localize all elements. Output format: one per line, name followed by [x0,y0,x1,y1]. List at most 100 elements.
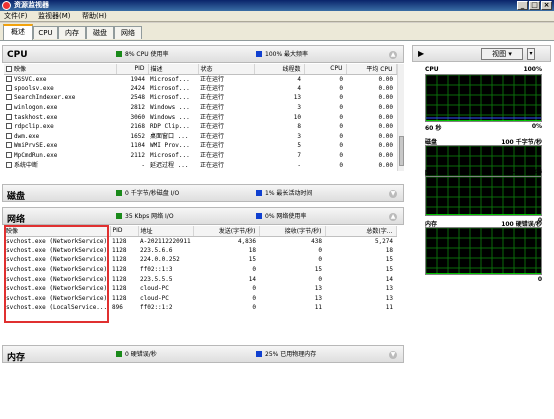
column-header[interactable]: CPU [304,64,347,75]
table-cell: 0.00 [378,94,393,102]
column-header-label: 地址 [140,228,153,236]
usage-graph [425,74,542,122]
expand-chevron-icon[interactable]: ▼ [389,190,397,198]
column-header[interactable]: 状态 [198,64,255,75]
table-row[interactable]: svchost.exe (NetworkService) 1128 A-202112… [4,236,396,246]
row-checkbox[interactable] [6,161,12,168]
column-header[interactable]: 总数(字... [325,226,397,237]
collapse-chevron-icon[interactable]: ▲ [389,213,397,221]
column-header[interactable]: 平均 CPU [346,64,397,75]
table-row[interactable]: svchost.exe (NetworkService) 1128 223.5.6.… [4,246,396,256]
table-cell: 11 [314,304,322,312]
tab-memory[interactable]: 内存 [58,26,86,39]
row-checkbox[interactable] [6,142,12,149]
table-row[interactable]: svchost.exe (NetworkService) 1128 cloud-PC… [4,284,396,294]
table-cell: 1128 [112,266,127,274]
table-cell: 2424 [130,84,145,92]
row-checkbox[interactable] [6,132,12,139]
panel-toggle-icon[interactable]: ▶ [418,49,424,58]
table-row[interactable]: SearchIndexer.exe 2548 Microsof... 正在运行 13 0 0… [4,93,396,103]
table-cell: 14 [385,275,393,283]
column-header[interactable]: 地址 [138,226,194,237]
row-checkbox[interactable] [6,104,12,111]
disk-section-header[interactable]: 磁盘 0 千字节/秒磁盘 I/O 1% 最长活动时间 ▼ [2,184,404,202]
column-header[interactable]: 映像 [4,64,117,75]
tab-overview[interactable]: 概述 [3,24,33,40]
table-cell: 0 [252,294,256,302]
table-row[interactable]: MpCmdRun.exe 2112 Microsof... 正在运行 7 0 0.00 [4,151,396,161]
column-header[interactable]: 线程数 [254,64,305,75]
table-cell: 13 [314,294,322,302]
table-row[interactable]: winlogon.exe 2812 Windows ... 正在运行 3 0 0.00 [4,103,396,113]
select-all-checkbox[interactable] [6,66,12,73]
table-cell: 正在运行 [200,104,225,112]
row-checkbox[interactable] [6,94,12,101]
view-options-chevron-icon[interactable]: ▾ [527,48,535,60]
table-cell: 3 [297,132,301,140]
table-cell: 0 [339,142,343,150]
table-row[interactable]: 系统中断 - 延迟过程 ... 正在运行 -0 0.00 [4,160,396,170]
table-cell: 正在运行 [200,123,225,131]
table-cell: 正在运行 [200,94,225,102]
table-row[interactable]: rdpclip.exe 2168 RDP Clip... 正在运行 8 0 0.00 [4,122,396,132]
table-row[interactable]: svchost.exe (NetworkService) 1128 cloud-PC… [4,294,396,304]
column-header[interactable]: 描述 [148,64,199,75]
menu-help[interactable]: 帮助(H) [82,12,107,21]
column-header[interactable]: PID [110,226,139,237]
table-cell: 15 [248,256,256,264]
column-header[interactable]: PID [116,64,149,75]
network-section-header[interactable]: 网络 35 Kbps 网络 I/O 0% 网络使用率 ▲ [2,207,404,225]
table-cell: 系统中断 [4,160,116,170]
table-cell: 0 [318,256,322,264]
main-content: CPU 8% CPU 使用率 100% 最大频率 ▲ 映像 PID 描述 状态 线程数 C… [0,40,554,419]
maximize-button[interactable]: □ [529,1,540,10]
row-checkbox[interactable] [6,75,12,82]
table-row[interactable]: svchost.exe (LocalService... 896 ff02::1:2… [4,303,396,313]
row-checkbox[interactable] [6,123,12,130]
tab-network[interactable]: 网络 [114,26,142,39]
table-cell: 0 [339,75,343,83]
table-cell: 2168 [130,123,145,131]
view-button[interactable]: 视图 ▾ [481,48,523,60]
column-header[interactable]: 接收(字节/秒) [259,226,326,237]
table-row[interactable]: taskhost.exe 3060 Windows ... 正在运行 10 0 0.00 [4,112,396,122]
column-header-label: 接收(字节/秒) [284,228,322,236]
table-row[interactable]: svchost.exe (NetworkService) 1128 224.0.0.… [4,255,396,265]
table-cell: cloud-PC [140,285,169,293]
expand-chevron-icon[interactable]: ▼ [389,351,397,359]
row-checkbox[interactable] [6,84,12,91]
table-cell: 1128 [112,246,127,254]
menu-monitor[interactable]: 监视器(M) [38,12,71,21]
table-cell: 3 [297,104,301,112]
table-row[interactable]: VSSVC.exe 1944 Microsof... 正在运行 4 0 0.00 [4,74,396,84]
column-header[interactable]: 发送(字节/秒) [193,226,260,237]
tab-disk[interactable]: 磁盘 [86,26,114,39]
memory-section-header[interactable]: 内存 0 硬错误/秒 25% 已用物理内存 ▼ [2,345,404,363]
minimize-button[interactable]: _ [517,1,528,10]
table-cell: 正在运行 [200,142,225,150]
row-checkbox[interactable] [6,113,12,120]
menu-file[interactable]: 文件(F) [4,12,28,21]
table-cell: 0.00 [378,132,393,140]
table-cell: 0 [339,152,343,160]
graph-footer: 60 秒 0% [425,123,542,132]
table-row[interactable]: WmiPrvSE.exe 1104 WMI Prov... 正在运行 5 0 0.00 [4,141,396,151]
tab-cpu[interactable]: CPU [33,26,58,39]
table-cell: ff02::1:2 [140,304,173,312]
table-cell: cloud-PC [140,294,169,302]
table-cell: 896 [112,304,123,312]
table-cell: 0 [252,304,256,312]
collapse-chevron-icon[interactable]: ▲ [389,51,397,59]
network-section-title: 网络 [7,215,26,225]
table-row[interactable]: spoolsv.exe 2424 Microsof... 正在运行 4 0 0.00 [4,84,396,94]
close-button[interactable]: × [541,1,552,10]
column-header[interactable]: 映像 [4,226,111,237]
cpu-scrollbar[interactable] [397,64,404,171]
cpu-scroll-thumb[interactable] [399,136,404,166]
table-row[interactable]: svchost.exe (NetworkService) 1128 ff02::1:… [4,265,396,275]
table-row[interactable]: dwm.exe 1652 桌面窗口 ... 正在运行 3 0 0.00 [4,132,396,142]
row-checkbox[interactable] [6,152,12,159]
table-row[interactable]: svchost.exe (NetworkService) 1128 223.5.5.… [4,274,396,284]
cpu-section-header[interactable]: CPU 8% CPU 使用率 100% 最大频率 ▲ [2,45,404,63]
table-cell: 0.00 [378,152,393,160]
